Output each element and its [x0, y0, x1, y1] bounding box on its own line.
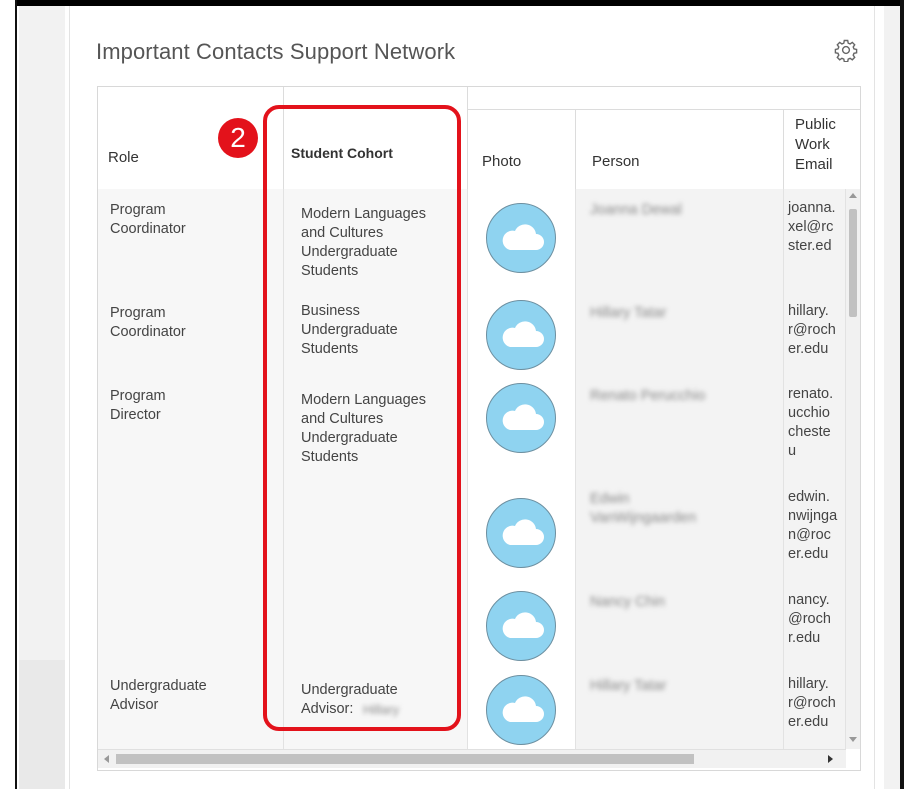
- person-cell[interactable]: Renato Perucchio: [576, 375, 784, 478]
- left-gutter-lower: [19, 660, 65, 789]
- header-person[interactable]: Person: [576, 109, 784, 189]
- step-number-badge: 2: [218, 118, 258, 158]
- cloud-icon: [502, 224, 544, 250]
- photo-cell: [468, 375, 576, 478]
- person-name: Renato Perucchio: [590, 388, 706, 404]
- header-group-band: [468, 87, 860, 110]
- person-cell[interactable]: Nancy Chin: [576, 581, 784, 665]
- cohort-cell: Modern Languages and Cultures Undergradu…: [284, 375, 468, 478]
- photo-cell: [468, 478, 576, 581]
- person-name: Nancy Chin: [590, 594, 665, 610]
- role-text: Undergraduate Advisor: [110, 678, 207, 713]
- role-cell: Undergraduate Advisor: [98, 665, 284, 749]
- cloud-icon: [502, 519, 544, 545]
- table-row[interactable]: Program Coordinator Business Undergradua…: [98, 292, 846, 376]
- vertical-scroll-thumb[interactable]: [849, 209, 857, 317]
- header-role-label: Role: [108, 149, 139, 166]
- person-cell[interactable]: Edwin VanWijngaarden: [576, 478, 784, 581]
- header-email-label: Public Work Email: [795, 116, 836, 173]
- email-text: edwin. nwijnga n@roc er.edu: [788, 489, 838, 562]
- avatar[interactable]: [486, 383, 556, 453]
- role-text: Program Coordinator: [110, 305, 186, 340]
- table-row[interactable]: Program Coordinator Modern Languages and…: [98, 189, 846, 293]
- person-name: Edwin VanWijngaarden: [590, 491, 697, 526]
- cohort-text: Modern Languages and Cultures Undergradu…: [301, 206, 426, 279]
- photo-cell: [468, 581, 576, 665]
- horizontal-scroll-thumb[interactable]: [116, 754, 694, 764]
- grid-header: Role Student Cohort Photo Person Public …: [98, 87, 860, 190]
- scroll-left-arrow-icon[interactable]: [104, 755, 109, 763]
- avatar[interactable]: [486, 300, 556, 370]
- cohort-cell: Business Undergraduate Students: [284, 292, 468, 375]
- email-cell[interactable]: hillary. r@roch er.edu: [784, 665, 846, 749]
- person-cell[interactable]: Hillary Tatar: [576, 292, 784, 375]
- email-cell[interactable]: edwin. nwijnga n@roc er.edu: [784, 478, 846, 581]
- person-name: Joanna Dewal: [590, 202, 682, 218]
- cloud-icon: [502, 404, 544, 430]
- horizontal-scrollbar[interactable]: [98, 749, 846, 768]
- email-text: renato. ucchio cheste u: [788, 386, 834, 459]
- right-window-edge: [900, 0, 904, 789]
- email-cell[interactable]: nancy. @roch r.edu: [784, 581, 846, 665]
- role-text: Program Coordinator: [110, 202, 186, 237]
- role-cell: [98, 581, 284, 665]
- avatar[interactable]: [486, 675, 556, 745]
- scroll-up-arrow-icon[interactable]: [849, 193, 857, 198]
- avatar[interactable]: [486, 591, 556, 661]
- photo-cell: [468, 189, 576, 292]
- cohort-advisor-name: Hillary: [363, 702, 400, 717]
- cohort-text: Modern Languages and Cultures Undergradu…: [301, 392, 426, 465]
- cloud-icon: [502, 321, 544, 347]
- email-cell[interactable]: joanna. xel@rc ster.ed: [784, 189, 846, 292]
- role-cell: Program Coordinator: [98, 292, 284, 375]
- cohort-cell: [284, 478, 468, 581]
- photo-cell: [468, 665, 576, 749]
- cohort-cell: Modern Languages and Cultures Undergradu…: [284, 189, 468, 292]
- header-cohort-label: Student Cohort: [291, 145, 393, 161]
- role-text: Program Director: [110, 388, 166, 423]
- cohort-text: Business Undergraduate Students: [301, 303, 398, 357]
- role-cell: [98, 478, 284, 581]
- contacts-card: Important Contacts Support Network Role …: [69, 6, 875, 789]
- grid-body: Program Coordinator Modern Languages and…: [98, 189, 860, 749]
- email-cell[interactable]: hillary. r@roch er.edu: [784, 292, 846, 375]
- header-email[interactable]: Public Work Email: [784, 109, 860, 189]
- scroll-right-arrow-icon[interactable]: [828, 755, 833, 763]
- vertical-scrollbar[interactable]: [846, 189, 860, 749]
- left-window-edge: [0, 0, 17, 789]
- table-row[interactable]: Nancy Chin nancy. @roch r.edu: [98, 581, 846, 666]
- scroll-down-arrow-icon[interactable]: [849, 737, 857, 742]
- person-name: Hillary Tatar: [590, 678, 667, 694]
- table-row[interactable]: Undergraduate Advisor Undergraduate Advi…: [98, 665, 846, 749]
- email-text: joanna. xel@rc ster.ed: [788, 200, 836, 254]
- table-row[interactable]: Edwin VanWijngaarden edwin. nwijnga n@ro…: [98, 478, 846, 582]
- email-text: hillary. r@roch er.edu: [788, 676, 836, 730]
- role-cell: Program Coordinator: [98, 189, 284, 292]
- header-photo[interactable]: Photo: [468, 109, 576, 189]
- person-cell[interactable]: Hillary Tatar: [576, 665, 784, 749]
- header-person-label: Person: [592, 153, 640, 170]
- cloud-icon: [502, 696, 544, 722]
- photo-cell: [468, 292, 576, 375]
- person-cell[interactable]: Joanna Dewal: [576, 189, 784, 292]
- role-cell: Program Director: [98, 375, 284, 478]
- email-cell[interactable]: renato. ucchio cheste u: [784, 375, 846, 478]
- avatar[interactable]: [486, 203, 556, 273]
- header-photo-label: Photo: [482, 153, 522, 170]
- email-text: nancy. @roch r.edu: [788, 592, 831, 646]
- avatar[interactable]: [486, 498, 556, 568]
- cohort-cell: Undergraduate Advisor: Hillary: [284, 665, 468, 749]
- email-text: hillary. r@roch er.edu: [788, 303, 836, 357]
- header-cohort[interactable]: Student Cohort: [284, 87, 468, 189]
- table-row[interactable]: Program Director Modern Languages and Cu…: [98, 375, 846, 479]
- gear-icon[interactable]: [834, 38, 858, 63]
- cohort-cell: [284, 581, 468, 665]
- person-name: Hillary Tatar: [590, 305, 667, 321]
- contacts-grid: Role Student Cohort Photo Person Public …: [97, 86, 861, 771]
- cloud-icon: [502, 612, 544, 638]
- card-title: Important Contacts Support Network: [96, 39, 456, 64]
